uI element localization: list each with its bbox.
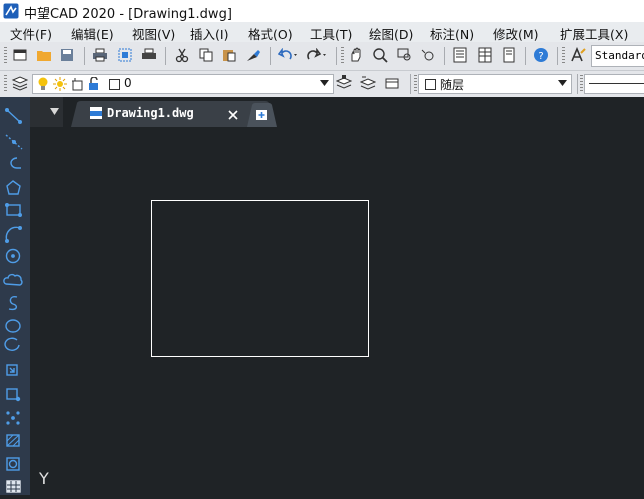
text-style-combo[interactable]: Standard <box>591 45 644 67</box>
rectangle-icon[interactable] <box>4 202 23 217</box>
toolbar-grip[interactable] <box>580 75 583 93</box>
menu-edit[interactable]: 编辑(E) <box>71 24 114 43</box>
linetype-preview <box>589 83 644 84</box>
menu-tools[interactable]: 工具(T) <box>310 24 352 43</box>
menu-view[interactable]: 视图(V) <box>132 24 175 43</box>
layer-unlock-icon[interactable] <box>88 77 100 91</box>
help-icon[interactable]: ? <box>533 47 549 63</box>
properties-icon[interactable] <box>452 47 468 63</box>
drawn-rectangle[interactable] <box>151 200 369 357</box>
layer-previous-icon[interactable] <box>360 75 376 91</box>
menu-dimension[interactable]: 标注(N) <box>430 24 474 43</box>
separator <box>165 47 166 65</box>
toolbar-grip[interactable] <box>4 47 7 65</box>
color-value: 随层 <box>440 78 465 92</box>
arc-icon[interactable] <box>4 225 23 243</box>
text-style-value: Standard <box>595 49 644 62</box>
current-layer-name: 0 <box>124 76 132 90</box>
linetype-combo[interactable] <box>584 74 644 94</box>
layer-viewport-freeze-icon[interactable] <box>71 77 85 91</box>
separator <box>444 47 445 65</box>
text-style-icon[interactable] <box>570 47 586 63</box>
window-title: 中望CAD 2020 - [Drawing1.dwg] <box>24 7 232 22</box>
new-file-icon[interactable] <box>12 47 28 63</box>
ellipse-arc-icon[interactable] <box>4 337 20 351</box>
match-properties-icon[interactable] <box>245 47 261 63</box>
separator <box>525 47 526 65</box>
toolbar-grip[interactable] <box>4 75 7 93</box>
separator <box>557 47 558 65</box>
toolbar-grip[interactable] <box>562 47 565 65</box>
draw-toolbar <box>0 97 30 495</box>
layer-combo[interactable]: 0 <box>32 74 334 94</box>
design-center-icon[interactable] <box>477 47 493 63</box>
close-tab-icon[interactable] <box>228 110 238 120</box>
layer-color-swatch[interactable] <box>109 79 120 90</box>
insert-block-icon[interactable] <box>6 364 18 376</box>
new-tab-button[interactable] <box>245 103 279 127</box>
separator <box>410 74 411 94</box>
color-swatch <box>425 79 436 90</box>
redo-icon[interactable] <box>307 48 329 62</box>
pan-hand-icon[interactable] <box>348 47 364 63</box>
zoom-previous-icon[interactable] <box>420 47 436 63</box>
layer-manager-icon[interactable] <box>11 75 29 91</box>
hatch-icon[interactable] <box>6 434 20 447</box>
table-icon[interactable] <box>6 480 21 493</box>
menu-modify[interactable]: 修改(M) <box>493 24 539 43</box>
ellipse-icon[interactable] <box>5 319 21 333</box>
tab-label: Drawing1.dwg <box>107 106 194 120</box>
toolbar-grip[interactable] <box>414 75 417 93</box>
dwg-file-icon <box>90 107 102 119</box>
make-block-icon[interactable] <box>6 388 21 402</box>
toolbar-grip[interactable] <box>341 47 344 65</box>
separator <box>577 74 578 94</box>
separator <box>270 47 271 65</box>
tab-list-chevron-icon[interactable] <box>50 108 59 115</box>
chevron-down-icon[interactable] <box>558 80 567 86</box>
menu-extended-tools[interactable]: 扩展工具(X) <box>560 24 628 43</box>
app-logo-icon <box>3 3 19 19</box>
menu-format[interactable]: 格式(O) <box>248 24 293 43</box>
publish-icon[interactable] <box>141 47 157 63</box>
zoom-realtime-icon[interactable] <box>372 47 388 63</box>
ucs-y-axis-label: Y <box>39 469 49 488</box>
copy-icon[interactable] <box>198 47 214 63</box>
menu-insert[interactable]: 插入(I) <box>190 24 228 43</box>
cut-icon[interactable] <box>174 47 190 63</box>
title-bar: 中望CAD 2020 - [Drawing1.dwg] <box>0 0 644 22</box>
undo-icon[interactable] <box>278 48 300 62</box>
polygon-icon[interactable] <box>6 180 21 195</box>
polyline-icon[interactable] <box>10 157 21 169</box>
make-object-layer-current-icon[interactable] <box>336 75 352 91</box>
open-folder-icon[interactable] <box>36 47 52 63</box>
color-combo[interactable]: 随层 <box>418 74 572 94</box>
point-icon[interactable] <box>6 411 20 425</box>
standard-toolbar: ? <box>0 42 644 71</box>
zoom-window-icon[interactable] <box>397 47 413 63</box>
menu-draw[interactable]: 绘图(D) <box>369 24 413 43</box>
svg-text:?: ? <box>538 51 543 62</box>
separator <box>84 47 85 65</box>
document-tab-strip: Drawing1.dwg <box>30 97 644 127</box>
layer-state-icon[interactable] <box>384 75 400 91</box>
revision-cloud-icon[interactable] <box>3 273 23 286</box>
layer-thaw-sun-icon[interactable] <box>53 77 67 91</box>
construction-line-icon[interactable] <box>5 134 23 150</box>
region-icon[interactable] <box>6 457 20 471</box>
menu-bar: 文件(F) 编辑(E) 视图(V) 插入(I) 格式(O) 工具(T) 绘图(D… <box>0 22 644 42</box>
print-icon[interactable] <box>92 47 108 63</box>
layer-on-bulb-icon[interactable] <box>37 77 49 91</box>
chevron-down-icon[interactable] <box>320 80 329 86</box>
save-icon[interactable] <box>59 47 75 63</box>
circle-icon[interactable] <box>5 248 21 264</box>
drawing-canvas[interactable]: Y <box>30 127 644 495</box>
line-icon[interactable] <box>4 107 23 125</box>
separator <box>336 47 337 65</box>
paste-icon[interactable] <box>221 47 237 63</box>
tool-palette-icon[interactable] <box>501 47 517 63</box>
spline-icon[interactable] <box>8 295 18 311</box>
menu-file[interactable]: 文件(F) <box>10 24 52 43</box>
plot-preview-icon[interactable] <box>117 47 133 63</box>
